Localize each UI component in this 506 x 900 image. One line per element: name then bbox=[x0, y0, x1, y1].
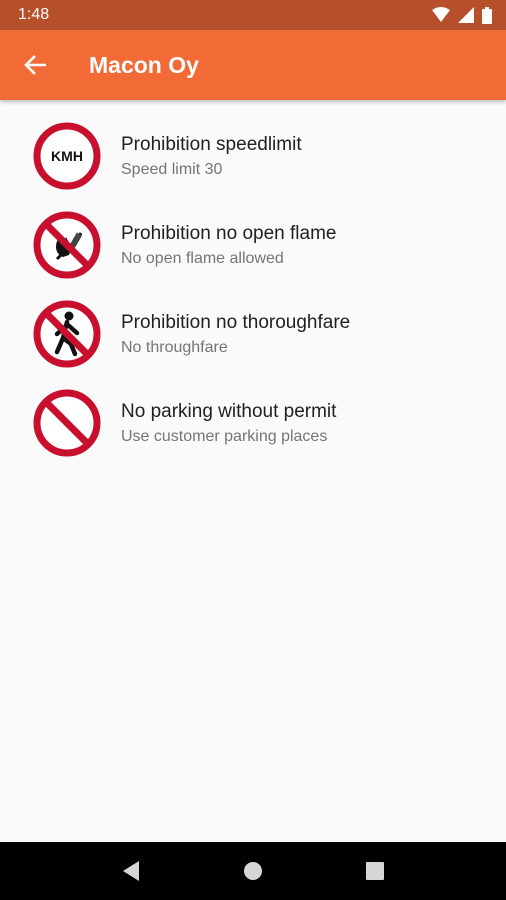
status-time: 1:48 bbox=[18, 6, 50, 23]
recents-square-icon bbox=[366, 862, 384, 880]
nav-home-button[interactable] bbox=[233, 851, 273, 891]
list-item[interactable]: Prohibition no open flame No open flame … bbox=[0, 189, 506, 279]
sign-title: Prohibition no thoroughfare bbox=[121, 312, 351, 333]
no-thoroughfare-sign-icon bbox=[33, 300, 101, 368]
nav-back-button[interactable] bbox=[111, 851, 151, 891]
speed-limit-sign-icon: KMH bbox=[33, 122, 101, 190]
app-bar: Macon Oy bbox=[0, 30, 506, 100]
page-title: Macon Oy bbox=[89, 51, 199, 78]
wifi-icon bbox=[432, 7, 450, 22]
list-item[interactable]: No parking without permit Use customer p… bbox=[0, 367, 506, 457]
sign-title: Prohibition speedlimit bbox=[121, 134, 302, 155]
sign-text: KMH bbox=[51, 148, 83, 164]
no-open-flame-sign-icon bbox=[33, 211, 101, 279]
back-button[interactable] bbox=[0, 30, 70, 100]
back-triangle-icon bbox=[123, 861, 139, 881]
home-circle-icon bbox=[244, 862, 262, 880]
nav-recents-button[interactable] bbox=[355, 851, 395, 891]
sign-subtitle: No throughfare bbox=[121, 339, 228, 356]
sign-subtitle: Speed limit 30 bbox=[121, 161, 223, 178]
sign-title: No parking without permit bbox=[121, 401, 337, 422]
battery-icon bbox=[482, 6, 492, 24]
no-parking-sign-icon bbox=[33, 389, 101, 457]
sign-title: Prohibition no open flame bbox=[121, 223, 337, 244]
system-nav-bar bbox=[0, 842, 506, 900]
status-icons bbox=[432, 6, 492, 24]
sign-subtitle: No open flame allowed bbox=[121, 250, 284, 267]
arrow-left-icon bbox=[24, 55, 46, 75]
sign-list: KMH Prohibition speedlimit Speed limit 3… bbox=[0, 100, 506, 457]
sign-subtitle: Use customer parking places bbox=[121, 428, 328, 445]
signal-icon bbox=[458, 7, 474, 23]
status-bar: 1:48 bbox=[0, 0, 506, 30]
list-item[interactable]: Prohibition no thoroughfare No throughfa… bbox=[0, 278, 506, 368]
list-item[interactable]: KMH Prohibition speedlimit Speed limit 3… bbox=[0, 100, 506, 190]
